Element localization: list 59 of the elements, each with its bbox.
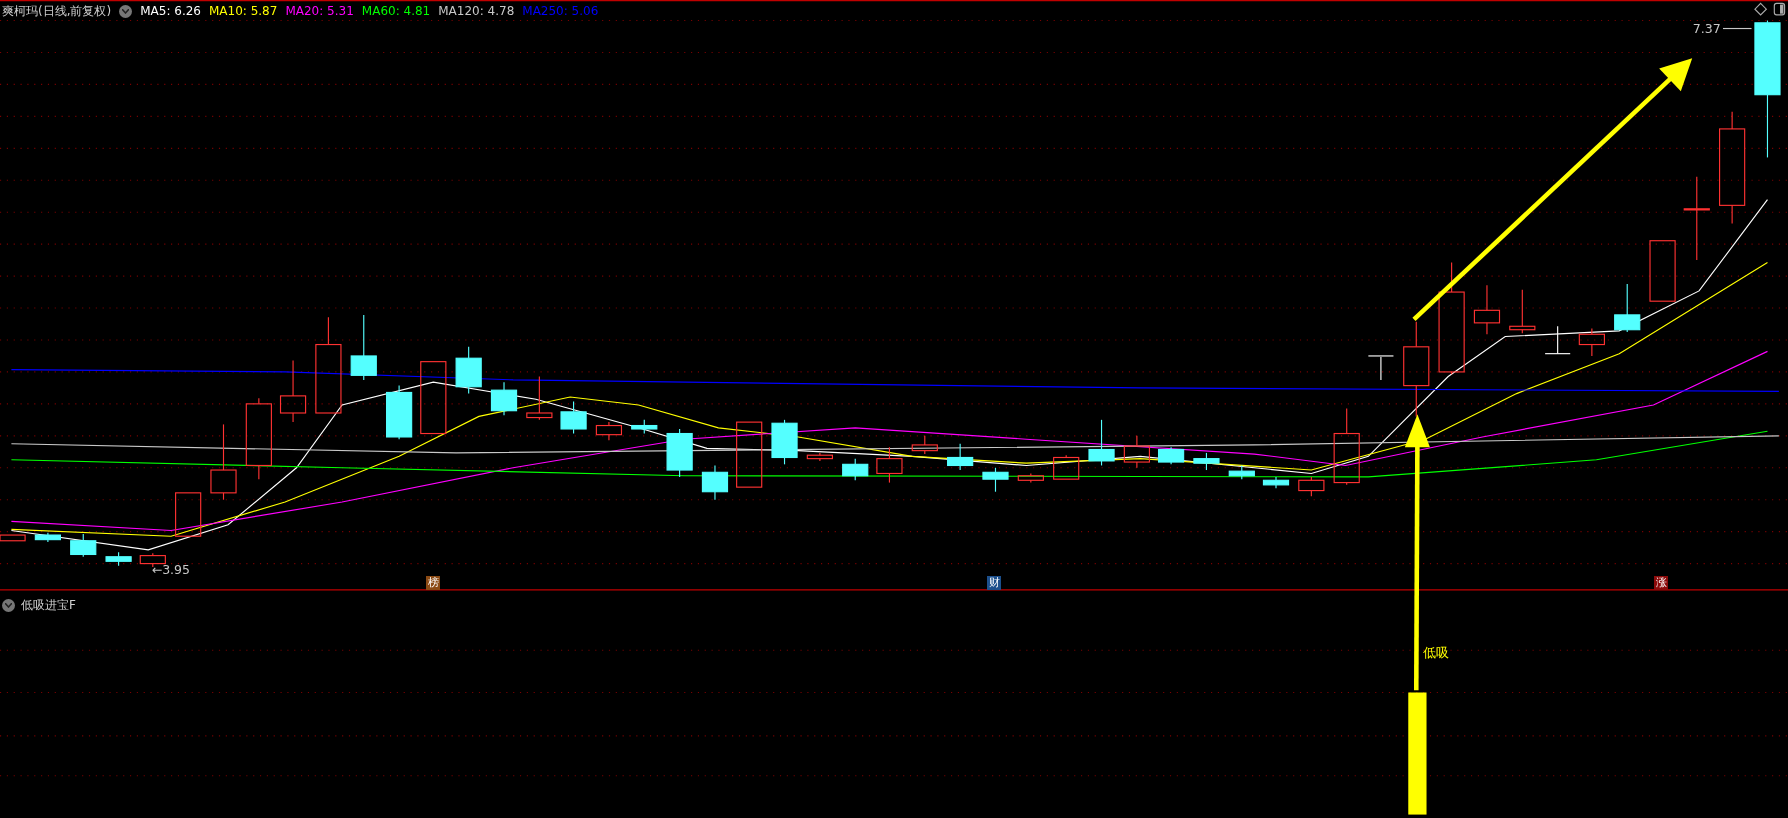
candlestick — [631, 419, 658, 435]
candlestick — [666, 428, 693, 478]
candlestick — [1262, 476, 1290, 489]
candlestick — [175, 492, 202, 537]
candlestick — [1228, 464, 1255, 480]
diamond-icon[interactable] — [1754, 2, 1768, 16]
candlestick — [1649, 240, 1676, 302]
candlestick — [1367, 355, 1394, 381]
moving-average-legend: MA120: 4.78 — [438, 2, 515, 20]
moving-average-legend: MA20: 5.31 — [285, 2, 354, 20]
candlestick — [350, 314, 377, 381]
candlestick — [1193, 452, 1220, 471]
dropdown-icon[interactable] — [2, 598, 15, 612]
candlestick — [947, 443, 974, 471]
moving-average-legend: MA250: 5.06 — [522, 2, 599, 20]
leader-line — [1722, 27, 1753, 30]
candlestick — [1544, 325, 1571, 355]
candlestick — [911, 435, 938, 455]
chart-title: 爽柯玛(日线,前复权) — [2, 3, 112, 20]
candlestick — [1158, 446, 1185, 465]
candlestick — [806, 452, 833, 462]
high-price-label: 7.37 — [1692, 21, 1721, 37]
candlestick — [876, 446, 903, 484]
candlestick — [701, 464, 729, 501]
candlestick — [70, 533, 97, 558]
candlestick — [1298, 476, 1325, 497]
candlestick — [1017, 472, 1044, 484]
candlestick — [982, 467, 1009, 493]
event-marker[interactable]: 涨 — [1654, 576, 1669, 590]
candlestick — [0, 534, 26, 542]
candlestick — [560, 401, 587, 435]
candlestick — [34, 532, 61, 543]
candlestick — [455, 346, 482, 395]
candlestick — [1088, 419, 1115, 467]
candlestick — [1578, 328, 1605, 357]
candlestick — [105, 551, 132, 567]
candlestick — [1123, 435, 1150, 469]
event-marker[interactable]: 财 — [987, 576, 1002, 590]
event-marker[interactable]: 榜 — [426, 576, 441, 590]
signal-label: 低吸 — [1423, 645, 1450, 661]
candlestick — [526, 375, 553, 421]
moving-average-legend: MA60: 4.81 — [361, 2, 431, 20]
candlestick — [736, 421, 763, 488]
candlestick — [771, 419, 798, 465]
candlestick — [1053, 454, 1080, 480]
candlestick — [1509, 289, 1536, 334]
moving-average-legend: MA5: 6.26 — [140, 2, 201, 20]
candlestick — [595, 421, 623, 441]
candlestick — [279, 359, 307, 423]
candlestick — [490, 381, 518, 416]
panel-toggle-icon[interactable] — [1773, 2, 1786, 16]
indicator-title: 低吸进宝F — [21, 597, 76, 614]
candlestick — [1614, 283, 1641, 333]
low-price-label: ←3.95 — [151, 561, 191, 577]
candlestick — [386, 385, 413, 440]
dropdown-icon[interactable] — [119, 4, 133, 18]
candlestick — [842, 458, 869, 481]
moving-average-legend: MA10: 5.87 — [208, 2, 278, 20]
candlestick — [1473, 284, 1501, 335]
